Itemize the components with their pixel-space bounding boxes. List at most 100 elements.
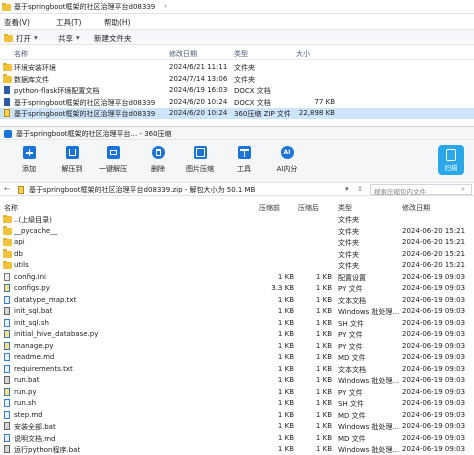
column-name[interactable]: 名称 [14,49,28,59]
explorer-row[interactable]: python-flask环境配置文档 2024/6/19 16:03 DOCX 文档 [0,85,474,96]
zip-row-compressed: 1 KB [277,364,294,373]
new-folder-button[interactable]: 新建文件夹 [94,33,132,44]
back-arrow-icon[interactable]: ← [4,185,10,193]
zip-row[interactable]: ..(上级目录) 文件夹 [0,214,474,225]
zip-row-name: run.bat [14,376,40,384]
delete-label: 删除 [151,165,165,173]
zip-row-type: 文本文档 [338,296,366,305]
search-placeholder: 搜索压缩包内文件 [374,188,426,196]
zip-row[interactable]: init_sql.sh 1 KB 1 KB SH 文件 2024-06-19 09:03 [0,318,474,329]
zip-row-compressed: 3.3 KB [271,284,294,292]
explorer-row[interactable]: 基于springboot框架的社区治理平台d08339 2024/6/20 10:… [0,108,474,119]
zip-row[interactable]: api 文件夹 2024-06-20 15:21 [0,237,474,248]
open-button[interactable]: 打开 [16,33,31,44]
zip-row[interactable]: 安装全部.bat 1 KB 1 KB Windows 批处理... 2024-06-19… [0,421,474,432]
zip-row-type: PY 文件 [338,388,363,397]
delete-button[interactable]: 删除 [141,146,175,174]
zip-row[interactable]: manage.py 1 KB 1 KB PY 文件 2024-06-19 09:03 [0,341,474,352]
menu-tools[interactable]: 工具(T) [56,17,81,28]
app-logo-icon [4,130,12,138]
extract-to-button[interactable]: 解压到 [55,146,89,174]
zip-row-after: 1 KB [315,272,332,281]
explorer-row-type: 文件夹 [234,75,255,84]
zip-row-after: 1 KB [315,330,332,338]
explorer-row-type: DOCX 文档 [234,87,271,95]
zip-column-after[interactable]: 压缩后 [298,203,319,213]
zip-row-modified: 2024-06-19 09:03 [402,387,466,396]
zip-row-name: initial_hive_database.py [14,330,99,338]
zip-column-header: 名称 压缩前 压缩后 类型 修改日期 [0,202,474,213]
zip-column-name[interactable]: 名称 [4,203,18,213]
zip-row-modified: 2024-06-19 09:03 [402,284,466,292]
explorer-row[interactable]: 基于springboot框架的社区治理平台d08339 2024/6/20 10:… [0,97,474,108]
zip-row[interactable]: step.md 1 KB 1 KB MD 文件 2024-06-19 09:03 [0,410,474,421]
menu-help[interactable]: 帮助(H) [104,17,131,28]
add-button[interactable]: 添加 [12,146,46,174]
one-click-extract-button[interactable]: 一键解压 [96,146,130,174]
zip-row-type: MD 文件 [338,411,366,420]
explorer-row[interactable]: 环境安装环境 2024/6/21 11:11 文件夹 [0,62,474,73]
zip-row[interactable]: init_sql.bat 1 KB 1 KB Windows 批处理... 2024-0… [0,306,474,317]
zip-row-compressed: 1 KB [277,376,294,384]
zip-row[interactable]: datatype_map.txt 1 KB 1 KB 文本文档 2024-06-19 0… [0,295,474,306]
zip-row-modified: 2024-06-19 09:03 [402,330,466,338]
up-folder-icon[interactable]: ⇧ [357,185,363,193]
explorer-row[interactable]: 数据库文件 2024/7/14 13:06 文件夹 [0,74,474,85]
open-dropdown-icon[interactable]: ▾ [34,33,38,42]
zip-row[interactable]: configs.py 3.3 KB 1 KB PY 文件 2024-06-19 09:0… [0,283,474,294]
zip-row[interactable]: utils 文件夹 2024-06-20 15:21 [0,260,474,271]
zip-row-type: Windows 批处理... [338,377,400,385]
zip-row[interactable]: run.sh 1 KB 1 KB SH 文件 2024-06-19 09:03 [0,398,474,409]
search-input[interactable]: 搜索压缩包内文件 ⌕ [370,184,472,196]
breadcrumb[interactable]: 基于springboot框架的社区治理平台d08339 [14,2,155,12]
zip-path[interactable]: 基于springboot框架的社区治理平台d08339.zip - 解包大小为 … [29,185,255,195]
zip-column-compressed[interactable]: 压缩前 [259,203,280,213]
image-compress-button[interactable]: 图片压缩 [183,146,217,174]
zip-row-compressed: 1 KB [277,410,294,419]
explorer-address-bar[interactable]: 基于springboot框架的社区治理平台d08339 › [0,0,474,14]
zip-row-type: MD 文件 [338,434,366,443]
zip-column-modified[interactable]: 修改日期 [402,203,430,213]
zip-row[interactable]: initial_hive_database.py 1 KB 1 KB PY 文件 202… [0,329,474,340]
zip-row[interactable]: 说明文档.md 1 KB 1 KB MD 文件 2024-06-19 09:03 [0,433,474,444]
zip-row[interactable]: run.bat 1 KB 1 KB Windows 批处理... 2024-06-19 … [0,375,474,386]
zip-address-bar: ← 基于springboot框架的社区治理平台d08339.zip - 解包大小… [0,182,474,196]
zip-row-modified: 2024-06-20 15:21 [402,226,466,235]
explorer-row-name: python-flask环境配置文档 [14,87,100,95]
zip-row-type: 文件夹 [338,216,359,224]
share-dropdown-icon[interactable]: ▾ [76,33,80,42]
zip-row-type: 文件夹 [338,262,359,270]
zip-row[interactable]: __pycache__ 文件夹 2024-06-20 15:21 [0,226,474,237]
scan-button[interactable]: 扫描 [438,145,464,175]
zip-row-name: config.ini [14,272,46,281]
zip-row-after: 1 KB [315,376,332,384]
zip-column-type[interactable]: 类型 [338,203,352,213]
zip-row[interactable]: 运行python程序.bat 1 KB 1 KB Windows 批处理... 2024… [0,444,474,455]
zip-row-compressed: 1 KB [277,399,294,407]
zip-row[interactable]: db 文件夹 2024-06-20 15:21 [0,249,474,260]
column-size[interactable]: 大小 [296,49,310,59]
explorer-column-header: 名称 修改日期 类型 大小 [0,46,474,60]
search-icon[interactable]: ⌕ [461,185,465,194]
zip-window-title: 基于springboot框架的社区治理平台... - 360压缩 [16,130,172,138]
column-modified[interactable]: 修改日期 [169,49,197,59]
zip-row-compressed: 1 KB [277,433,294,442]
column-type[interactable]: 类型 [234,49,248,59]
image-compress-label: 图片压缩 [186,165,214,173]
share-button[interactable]: 共享 [58,33,73,44]
menu-view[interactable]: 查看(V) [4,17,30,28]
zip-row-type: SH 文件 [338,400,364,408]
zip-row-compressed: 1 KB [277,445,294,453]
zip-row-compressed: 1 KB [277,387,294,396]
zip-row-name: 说明文档.md [14,434,56,443]
zip-row[interactable]: config.ini 1 KB 1 KB 配置设置 2024-06-19 09:03 [0,272,474,283]
zip-row[interactable]: requirements.txt 1 KB 1 KB 文本文档 2024-06-19 0… [0,364,474,375]
ai-button[interactable]: AI AI内分 [270,146,304,174]
tools-button[interactable]: 工具 [227,146,261,174]
zip-row[interactable]: run.py 1 KB 1 KB PY 文件 2024-06-19 09:03 [0,387,474,398]
zip-row-modified: 2024-06-19 09:03 [402,353,466,361]
path-dropdown-icon[interactable]: ▾ [345,185,349,193]
zip-row[interactable]: readme.md 1 KB 1 KB MD 文件 2024-06-19 09:03 [0,352,474,363]
breadcrumb-chevron-icon[interactable]: › [164,2,167,10]
explorer-menu-bar: 查看(V) 工具(T) 帮助(H) [0,14,474,29]
